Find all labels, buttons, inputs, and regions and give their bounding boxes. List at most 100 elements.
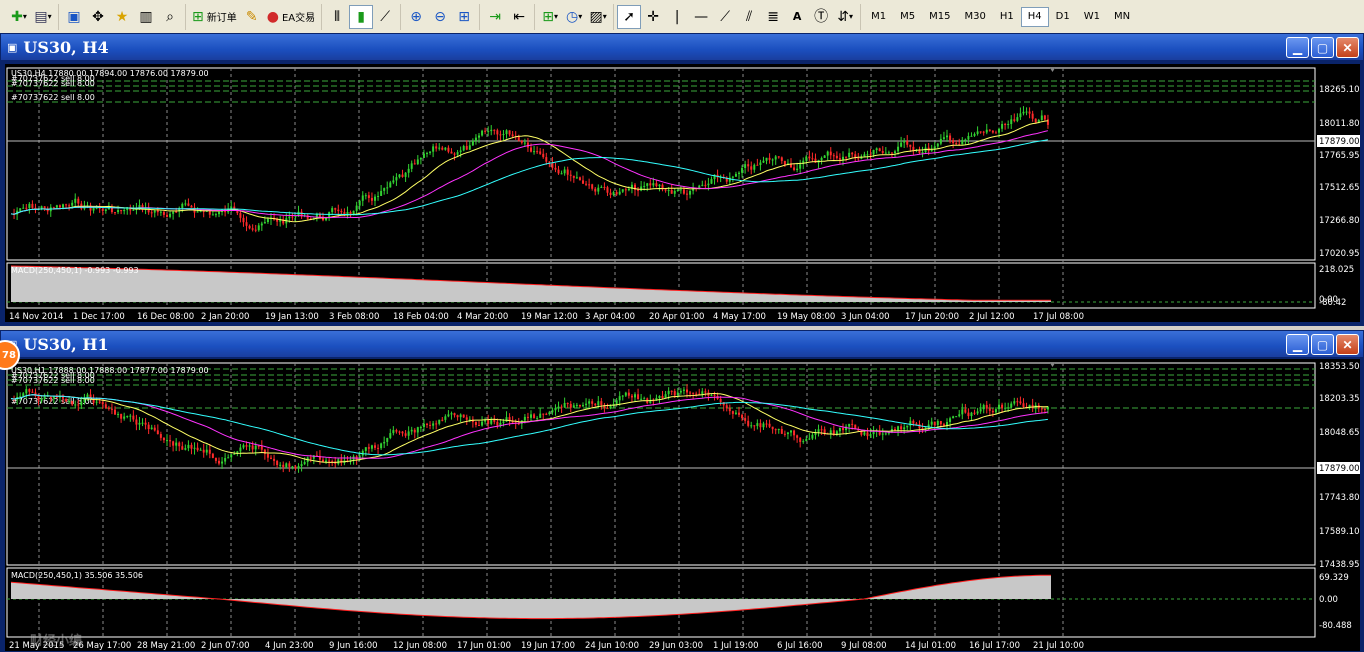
timeframe-h1[interactable]: H1 xyxy=(993,7,1021,27)
candle-body xyxy=(1040,115,1043,121)
arrows-button[interactable]: ⇵ ▾ xyxy=(833,5,857,29)
candlestick-button[interactable]: ▮ xyxy=(349,4,374,29)
candle-body xyxy=(1046,119,1049,125)
zoom-out-button[interactable]: ⊖ xyxy=(428,5,452,29)
close-button[interactable]: ✕ xyxy=(1336,37,1359,58)
candle-body xyxy=(386,437,389,442)
zoom-in-button[interactable]: ⊕ xyxy=(404,5,428,29)
candle-body xyxy=(994,132,997,134)
templates-button[interactable]: ▨ ▾ xyxy=(586,5,610,29)
minimize-button[interactable]: ▁ xyxy=(1286,334,1309,355)
candle-body xyxy=(884,433,887,435)
watermark: 财经小编 xyxy=(30,634,83,649)
candle-body xyxy=(493,419,496,422)
timeframe-m15[interactable]: M15 xyxy=(922,7,957,27)
candle-body xyxy=(606,187,609,193)
terminal-button[interactable]: ▥ xyxy=(134,5,158,29)
candle-body xyxy=(438,419,441,424)
indicators-button[interactable]: ⊞ ▾ xyxy=(538,5,562,29)
timeframe-h4[interactable]: H4 xyxy=(1020,6,1049,27)
order-label[interactable]: #70737622 sell 8.00 xyxy=(11,93,95,102)
timeframe-m1[interactable]: M1 xyxy=(864,7,893,27)
chart-canvas[interactable]: 14 Nov 2014 1 Dec 17:00 16 Dec 08:00 2 Jan … xyxy=(5,64,1360,322)
strategy-tester-button[interactable]: ⌕ xyxy=(158,5,182,29)
candle-body xyxy=(162,211,165,215)
navigator-button[interactable]: ✥ xyxy=(86,5,110,29)
candle-body xyxy=(866,432,869,437)
chart-shift-marker[interactable] xyxy=(1050,68,1055,72)
candle-body xyxy=(429,424,432,426)
price-chart-h1[interactable]: 21 May 2015 26 May 17:00 28 May 21:00 2 Jun… xyxy=(5,359,1360,651)
candle-body xyxy=(257,445,260,447)
new-order-button[interactable]: ⊞ 新订单 xyxy=(189,5,240,29)
bar-chart-button[interactable]: ⫴ xyxy=(325,5,349,29)
vertical-line-button[interactable]: | xyxy=(665,5,689,29)
chart-shift-button[interactable]: ⇤ xyxy=(507,5,531,29)
toolbar-group-draw: ➚ ✛ | — ⟋ ⫽ ≣ A Ⓣ ⇵ ▾ xyxy=(614,3,862,30)
candle-body xyxy=(426,152,428,154)
candle-body xyxy=(254,445,257,450)
crosshair-button[interactable]: ✛ xyxy=(641,5,665,29)
ea-trading-button[interactable]: ● EA交易 xyxy=(264,5,318,29)
candle-body xyxy=(502,134,505,136)
candle-body xyxy=(471,140,474,146)
timeframe-m30[interactable]: M30 xyxy=(957,7,992,27)
candle-body xyxy=(869,154,872,156)
market-watch-button[interactable]: ▣ xyxy=(62,5,86,29)
chart-shift-marker[interactable] xyxy=(1050,363,1055,367)
timeframe-m5[interactable]: M5 xyxy=(893,7,922,27)
maximize-button[interactable]: ▢ xyxy=(1311,37,1334,58)
minimize-button[interactable]: ▁ xyxy=(1286,37,1309,58)
window-titlebar[interactable]: ▣ US30, H1 ▁ ▢ ✕ xyxy=(1,331,1363,357)
maximize-button[interactable]: ▢ xyxy=(1311,334,1334,355)
candle-body xyxy=(40,206,43,209)
candle-body xyxy=(673,190,676,194)
chart-canvas[interactable]: 21 May 2015 26 May 17:00 28 May 21:00 2 Jun… xyxy=(5,359,1360,651)
text-label-button[interactable]: Ⓣ xyxy=(809,5,833,29)
chevron-down-icon: ▾ xyxy=(578,11,583,21)
trendline-button[interactable]: ⟋ xyxy=(713,5,737,29)
tile-windows-button[interactable]: ⊞ xyxy=(452,5,476,29)
profiles-button[interactable]: ▤ ▾ xyxy=(31,5,55,29)
candlesticks xyxy=(13,106,1049,233)
candle-body xyxy=(643,398,646,400)
chevron-down-icon: ▾ xyxy=(22,11,27,21)
fibonacci-button[interactable]: ≣ xyxy=(761,5,785,29)
text-button[interactable]: A xyxy=(785,5,809,29)
candle-body xyxy=(309,457,312,459)
chart-window-h4[interactable]: ▣ US30, H4 ▁ ▢ ✕ 14 Nov 2014 1 Dec 17:00 1… xyxy=(0,33,1364,326)
candle-body xyxy=(404,172,407,177)
candle-body xyxy=(358,455,361,460)
order-label[interactable]: #70737622 sell 8.00 xyxy=(11,79,95,88)
horizontal-line-button[interactable]: — xyxy=(689,5,713,29)
candle-body xyxy=(153,427,156,431)
candle-body xyxy=(915,423,918,425)
close-button[interactable]: ✕ xyxy=(1336,334,1359,355)
cursor-button[interactable]: ➚ xyxy=(617,4,642,29)
autoscroll-icon: ⇥ xyxy=(489,8,501,25)
order-label[interactable]: #70737622 sell 8.00 xyxy=(11,376,95,385)
candle-body xyxy=(459,150,462,153)
timeframe-mn[interactable]: MN xyxy=(1107,7,1137,27)
timeframe-d1[interactable]: D1 xyxy=(1049,7,1077,27)
chart-window-h1[interactable]: ▣ US30, H1 ▁ ▢ ✕ 21 May 201526 May 17:00… xyxy=(0,330,1364,652)
periods-button[interactable]: ◷ ▾ xyxy=(562,5,586,29)
candle-body xyxy=(780,157,783,161)
chevron-down-icon: ▾ xyxy=(602,11,607,21)
timeframe-w1[interactable]: W1 xyxy=(1077,7,1107,27)
equidistant-channel-button[interactable]: ⫽ xyxy=(737,5,761,29)
favorites-button[interactable]: ★ xyxy=(110,5,134,29)
time-label: 16 Dec 08:00 xyxy=(137,312,194,322)
time-label: 14 Jul 01:00 xyxy=(905,641,956,651)
window-titlebar[interactable]: ▣ US30, H4 ▁ ▢ ✕ xyxy=(1,34,1363,60)
line-chart-button[interactable]: ⟋ xyxy=(373,5,397,29)
new-chart-button[interactable]: ✚ ▾ xyxy=(7,5,31,29)
autoscroll-button[interactable]: ⇥ xyxy=(483,5,507,29)
price-chart-h4[interactable]: 14 Nov 2014 1 Dec 17:00 16 Dec 08:00 2 Jan … xyxy=(5,64,1360,322)
candle-body xyxy=(459,414,462,418)
candle-body xyxy=(25,207,28,209)
candle-body xyxy=(637,189,640,191)
price-scale-label: 17765.95 xyxy=(1319,151,1360,161)
metaeditor-button[interactable]: ✎ xyxy=(240,5,264,29)
time-label: 19 Jun 17:00 xyxy=(521,641,575,651)
